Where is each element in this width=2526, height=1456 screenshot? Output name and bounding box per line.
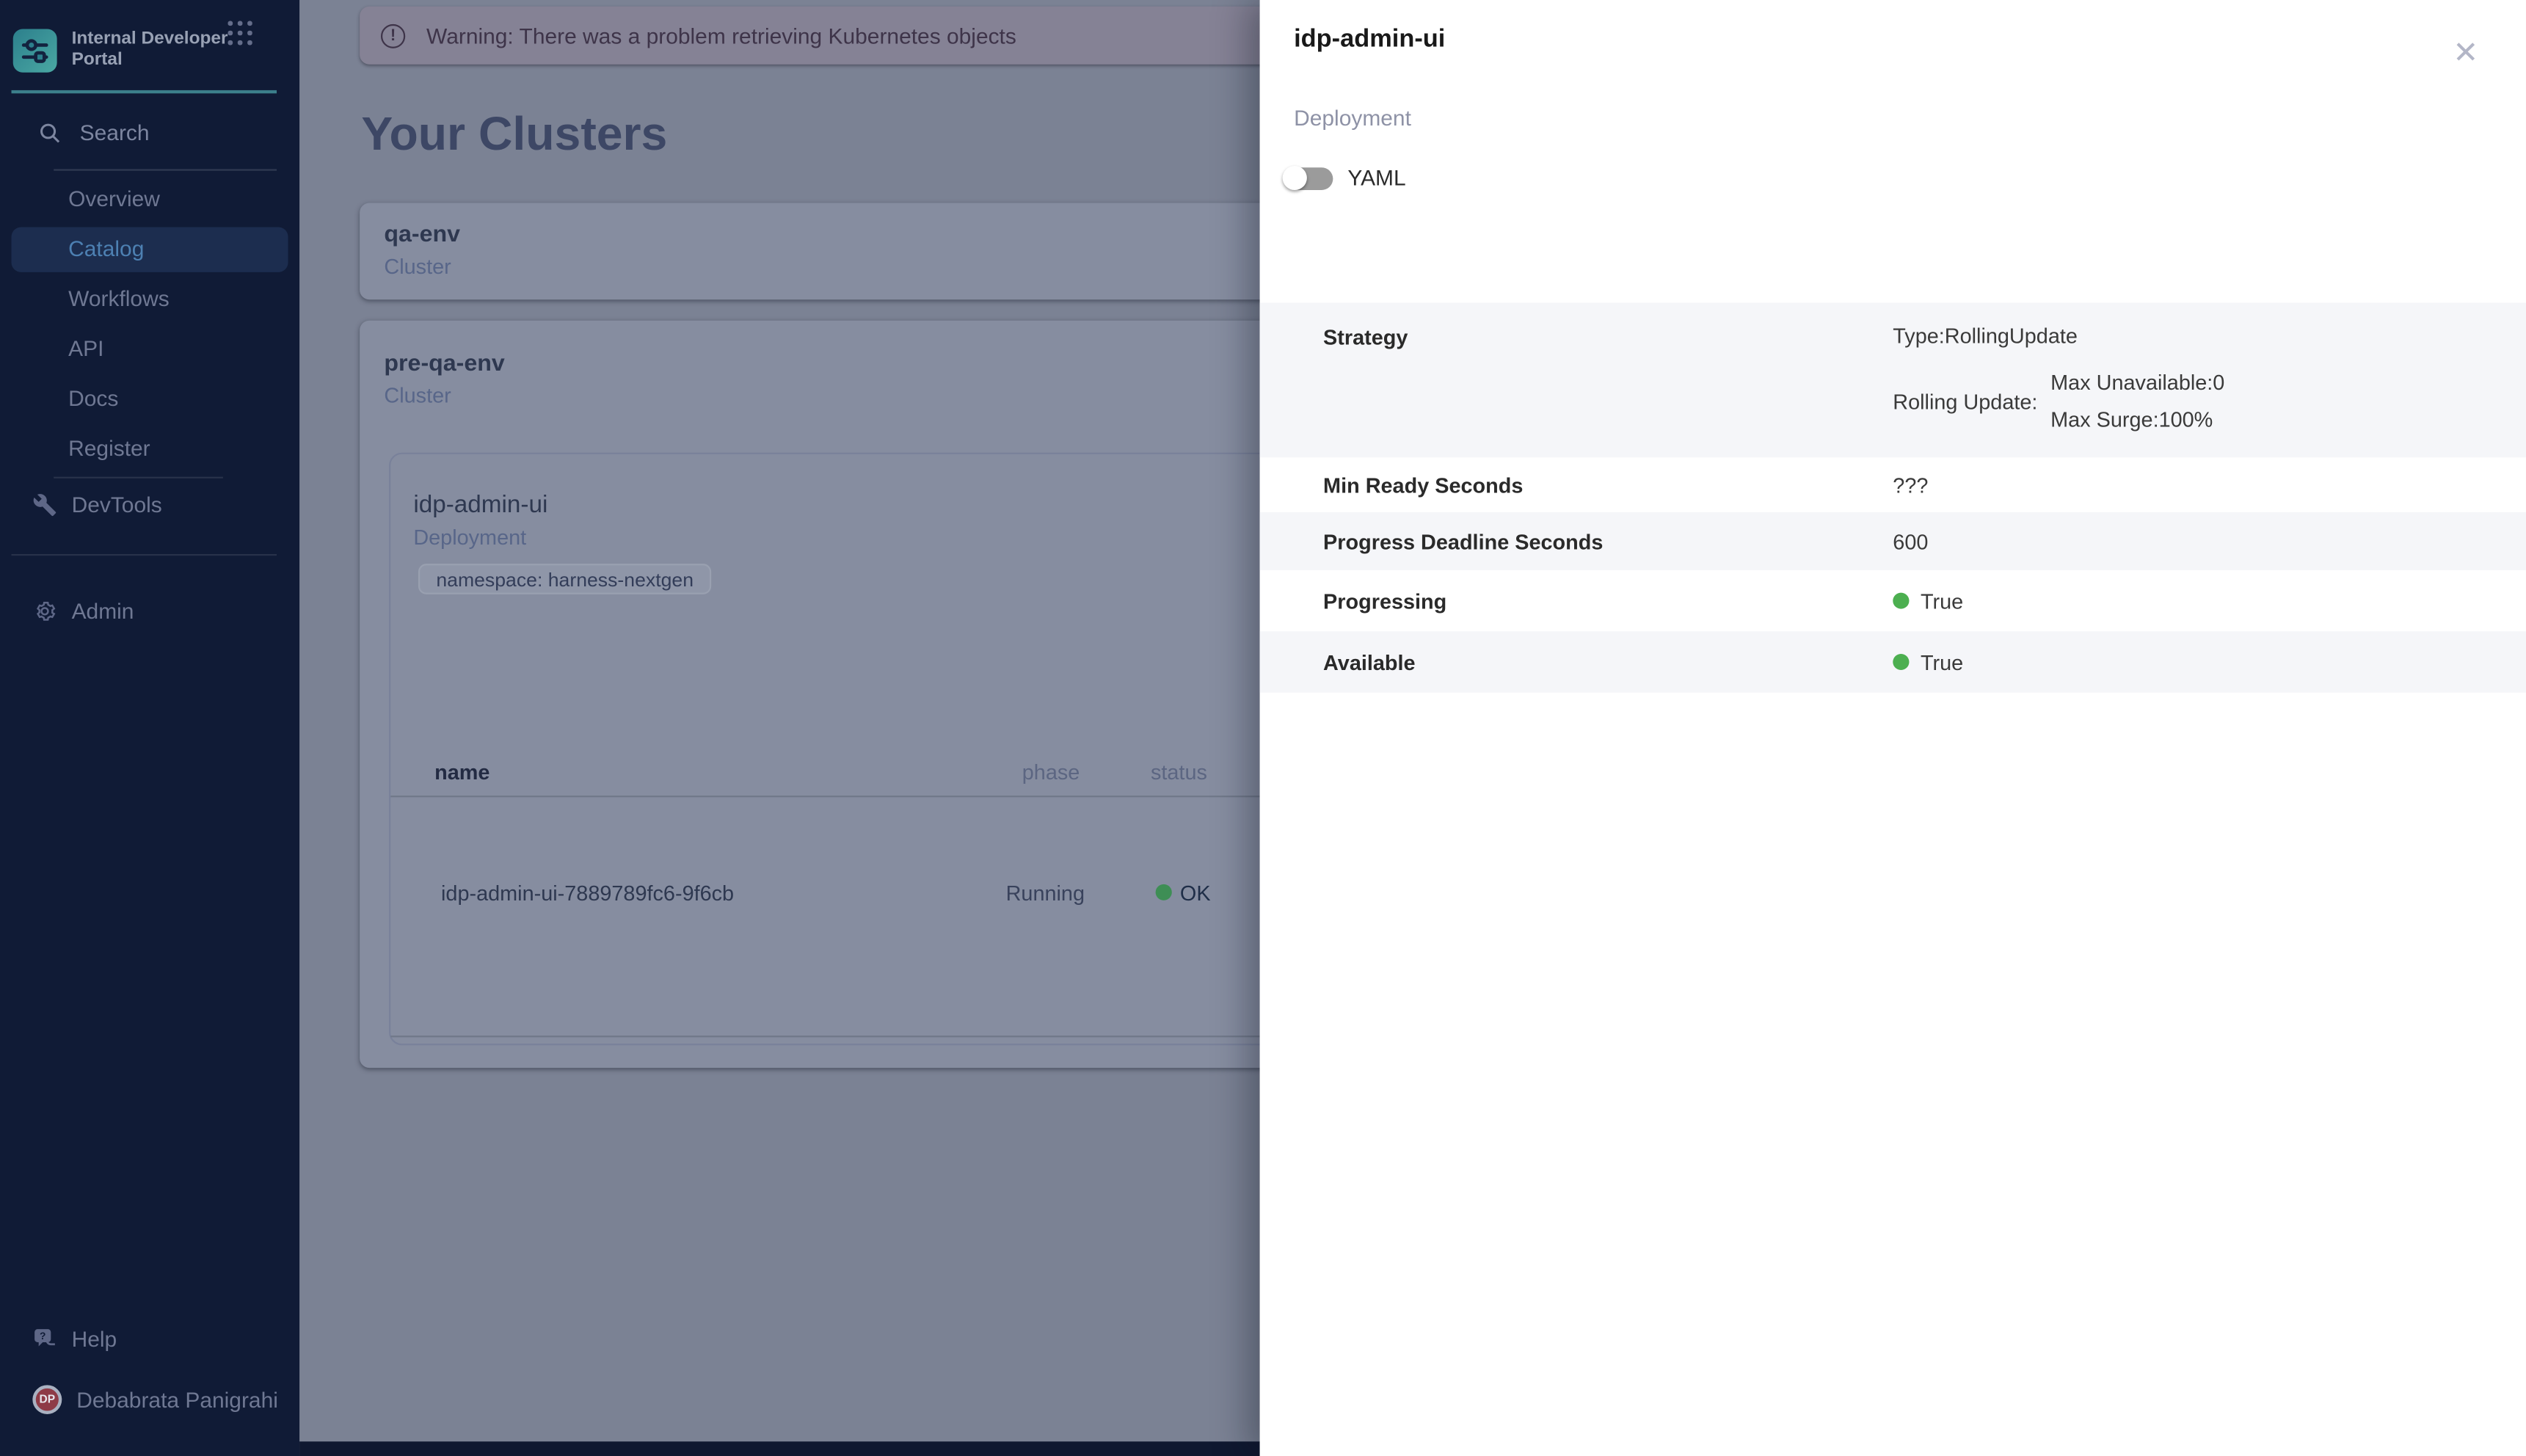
close-icon[interactable]: ✕ <box>2448 35 2484 70</box>
deployment-details-table: Strategy Type:RollingUpdate Rolling Upda… <box>1260 303 2526 693</box>
detail-value: True <box>1893 589 1963 613</box>
detail-value: True <box>1893 650 1963 674</box>
sidebar-item-devtools[interactable]: DevTools <box>12 480 288 528</box>
sidebar-user[interactable]: DP Debabrata Panigrahi <box>12 1375 288 1424</box>
detail-value: ??? <box>1893 473 1928 497</box>
sidebar-item-register[interactable]: Register <box>12 427 288 472</box>
toggle-knob[interactable] <box>1283 166 1307 190</box>
strategy-type: Type:RollingUpdate <box>1893 324 2224 348</box>
detail-value: 600 <box>1893 529 1928 553</box>
detail-label: Available <box>1323 650 1416 674</box>
yaml-toggle-label: YAML <box>1347 166 1405 190</box>
sidebar-item-overview[interactable]: Overview <box>12 177 288 222</box>
warning-banner-text: Warning: There was a problem retrieving … <box>426 23 1016 48</box>
sidebar-divider <box>54 477 223 478</box>
detail-row-strategy: Strategy Type:RollingUpdate Rolling Upda… <box>1260 303 2526 458</box>
logo-row: Internal Developer Portal <box>13 21 235 73</box>
yaml-toggle[interactable]: YAML <box>1284 166 1406 190</box>
sidebar-item-api[interactable]: API <box>12 327 288 372</box>
sidebar-divider <box>12 554 277 556</box>
max-unavailable: Max Unavailable:0 <box>2050 364 2224 401</box>
column-header-name: name <box>434 760 489 785</box>
detail-row-progressing: Progressing True <box>1260 570 2526 631</box>
detail-row-progress-deadline-seconds: Progress Deadline Seconds 600 <box>1260 512 2526 570</box>
sidebar-item-workflows[interactable]: Workflows <box>12 277 288 321</box>
toggle-track[interactable] <box>1284 167 1333 189</box>
rolling-update-label: Rolling Update: <box>1893 389 2037 413</box>
page-title: Your Clusters <box>361 109 667 162</box>
sidebar-item-admin[interactable]: Admin <box>12 586 288 635</box>
pod-phase-cell: Running <box>1006 881 1085 905</box>
sidebar-item-docs[interactable]: Docs <box>12 377 288 422</box>
search-label: Search <box>80 121 150 145</box>
sidebar-item-help[interactable]: ? Help <box>12 1314 288 1363</box>
detail-label: Strategy <box>1323 325 1408 349</box>
detail-label: Progressing <box>1323 589 1446 613</box>
sidebar-item-label: DevTools <box>72 492 162 516</box>
sidebar-accent-divider <box>12 90 277 93</box>
sidebar-item-catalog[interactable]: Catalog <box>12 227 288 272</box>
pod-name-cell: idp-admin-ui-7889789fc6-9f6cb <box>441 881 734 905</box>
sidebar-item-label: Help <box>72 1326 117 1350</box>
apps-grid-icon[interactable] <box>228 21 253 47</box>
drawer-title: idp-admin-ui <box>1294 26 1445 55</box>
column-header-status: status <box>1151 760 1207 785</box>
wrench-icon <box>32 492 57 516</box>
detail-label: Progress Deadline Seconds <box>1323 529 1603 553</box>
search-icon <box>37 121 62 145</box>
details-drawer: idp-admin-ui ✕ Deployment YAML Strategy … <box>1260 0 2526 1456</box>
namespace-chip: namespace: harness-nextgen <box>418 564 711 594</box>
column-header-phase: phase <box>1022 760 1080 785</box>
app-logo-icon <box>13 29 57 73</box>
app-root: Internal Developer Portal Search Overvie… <box>0 0 2526 1456</box>
detail-row-available: Available True <box>1260 631 2526 692</box>
help-chat-icon: ? <box>32 1326 57 1350</box>
strategy-value: Type:RollingUpdate Rolling Update: Max U… <box>1893 324 2224 438</box>
max-surge: Max Surge:100% <box>2050 401 2224 437</box>
alert-circle-icon: ! <box>381 23 405 48</box>
search-underline <box>54 169 277 170</box>
detail-label: Min Ready Seconds <box>1323 473 1523 497</box>
status-true-dot <box>1893 593 1909 609</box>
pod-status-cell: OK <box>1180 881 1211 905</box>
avatar: DP <box>32 1385 62 1414</box>
user-name: Debabrata Panigrahi <box>76 1388 278 1412</box>
gear-icon <box>32 598 57 622</box>
search-input[interactable]: Search <box>37 121 150 145</box>
status-true-dot <box>1893 654 1909 670</box>
app-title: Internal Developer Portal <box>72 21 235 71</box>
status-ok-dot <box>1156 884 1172 900</box>
detail-row-min-ready-seconds: Min Ready Seconds ??? <box>1260 457 2526 512</box>
svg-text:?: ? <box>40 1330 46 1341</box>
sidebar-item-label: Admin <box>72 598 134 622</box>
sidebar: Internal Developer Portal Search Overvie… <box>0 0 299 1456</box>
drawer-subtitle: Deployment <box>1294 106 1411 131</box>
